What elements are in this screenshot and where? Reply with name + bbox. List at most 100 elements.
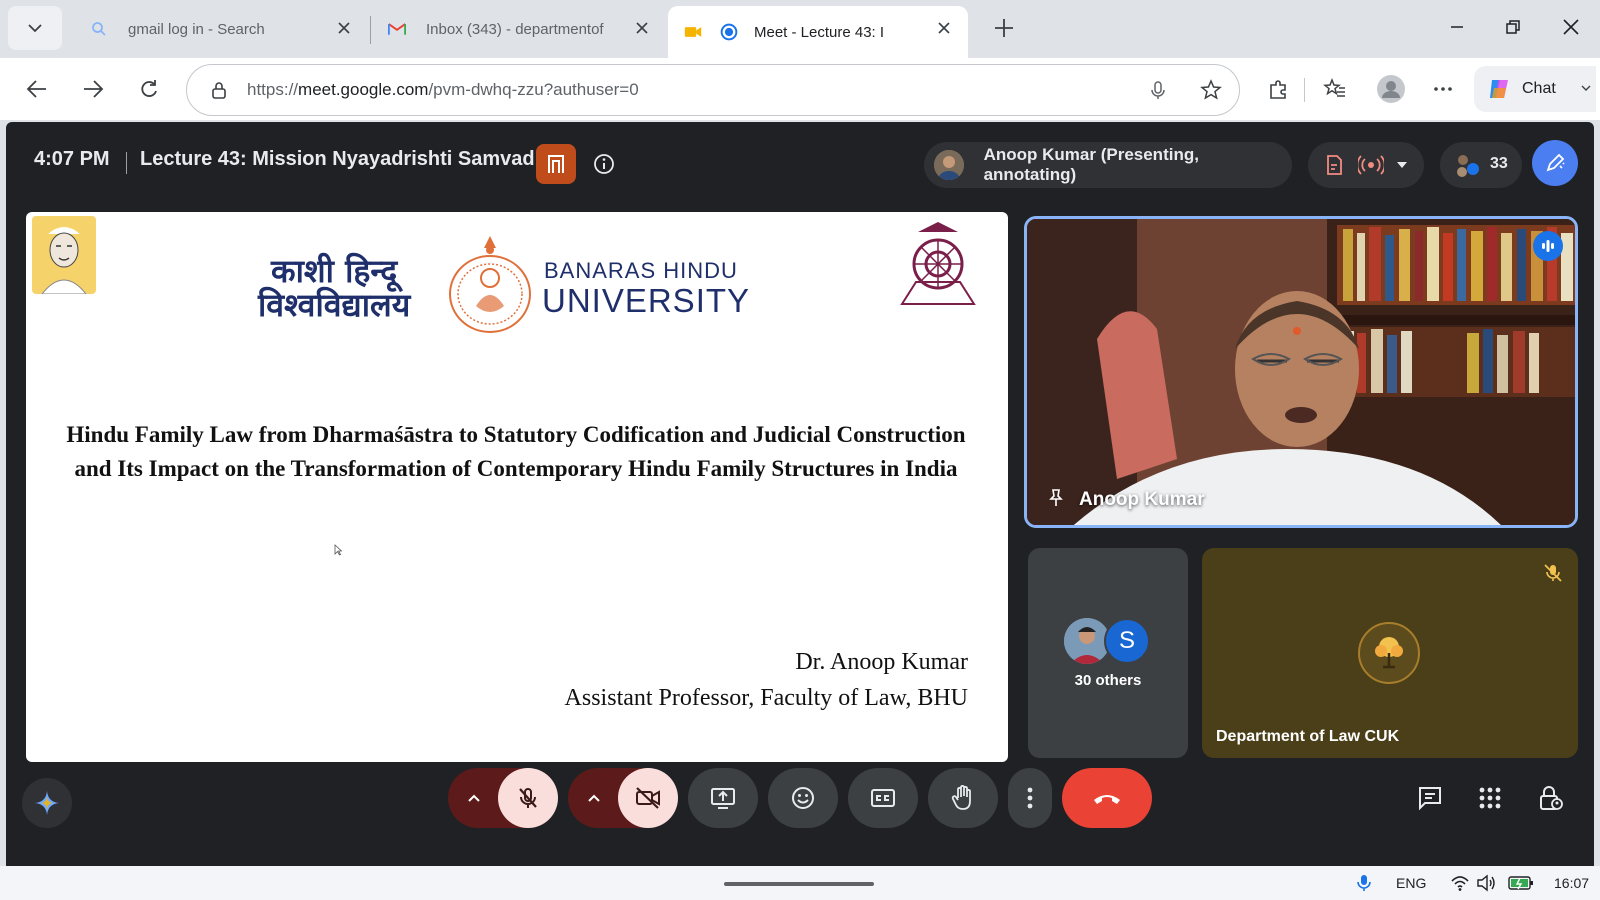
presenter-chip[interactable]: Anoop Kumar (Presenting, annotating): [924, 142, 1292, 188]
meet-icon: [720, 23, 738, 41]
participant-count: 33: [1490, 155, 1508, 172]
more-horizontal-icon: [1434, 87, 1452, 91]
url-text[interactable]: https://meet.google.com/pvm-dwhq-zzu?aut…: [247, 80, 639, 100]
chevron-up-icon: [468, 794, 480, 802]
chat-button[interactable]: [1416, 784, 1444, 812]
star-icon[interactable]: [1199, 78, 1223, 102]
participant-avatar: S: [1104, 618, 1150, 664]
close-icon[interactable]: [334, 18, 354, 38]
chat-icon: [1419, 787, 1441, 811]
tab-search-button[interactable]: [8, 6, 62, 50]
more-vertical-icon: [1027, 787, 1033, 809]
sparkle-icon: [35, 791, 59, 815]
microphone-tray-icon[interactable]: [1354, 874, 1374, 892]
recording-controls[interactable]: [1308, 142, 1424, 188]
chevron-up-icon: [588, 794, 600, 802]
pin-icon[interactable]: [1045, 487, 1067, 509]
reload-button[interactable]: [136, 76, 162, 102]
host-controls-badge[interactable]: [536, 144, 576, 184]
more-options-button[interactable]: [1008, 768, 1052, 828]
people-icon: [1457, 155, 1479, 177]
meeting-title: Lecture 43: Mission Nyayadrishti Samvad: [140, 148, 535, 170]
reactions-button[interactable]: [768, 768, 838, 828]
bhu-english-line1: BANARAS HINDU: [544, 258, 738, 283]
camera-toggle[interactable]: [618, 768, 678, 828]
copilot-chat-button[interactable]: Chat: [1474, 66, 1596, 112]
volume-icon[interactable]: [1476, 874, 1496, 892]
close-icon: [1563, 19, 1579, 35]
pen-icon: [1546, 153, 1565, 172]
new-tab-button[interactable]: [992, 16, 1016, 40]
tree-logo-icon: [1358, 622, 1420, 684]
tab-inbox[interactable]: Inbox (343) - departmentof: [376, 6, 666, 52]
tab-label: Inbox (343) - departmentof: [426, 20, 604, 38]
broadcast-icon: [1358, 155, 1384, 175]
activities-button[interactable]: [1476, 784, 1504, 812]
gemini-button[interactable]: [22, 778, 72, 828]
author-designation: Assistant Professor, Faculty of Law, BHU: [564, 685, 968, 711]
puzzle-icon: [1270, 80, 1286, 99]
back-button[interactable]: [24, 76, 50, 102]
present-screen-button[interactable]: [688, 768, 758, 828]
author-name: Dr. Anoop Kumar: [795, 649, 968, 675]
close-window-button[interactable]: [1560, 16, 1582, 38]
others-tile[interactable]: S 30 others: [1028, 548, 1188, 758]
home-indicator[interactable]: [724, 882, 874, 886]
extensions-button[interactable]: [1266, 76, 1292, 102]
microphone-icon[interactable]: [1147, 79, 1169, 101]
browser-tab-strip: gmail log in - Search Inbox (343) - depa…: [0, 0, 1600, 58]
annotate-button[interactable]: [1532, 140, 1578, 186]
tab-meet[interactable]: Meet - Lecture 43: I: [668, 6, 968, 58]
document-share-icon: [1327, 155, 1342, 175]
microphone-toggle[interactable]: [498, 768, 558, 828]
speaker-video-tile[interactable]: Anoop Kumar: [1024, 216, 1578, 528]
address-bar[interactable]: https://meet.google.com/pvm-dwhq-zzu?aut…: [186, 64, 1240, 116]
meeting-time: 4:07 PM: [34, 148, 110, 170]
captions-button[interactable]: [848, 768, 918, 828]
lock-icon[interactable]: [209, 80, 229, 100]
leave-call-button[interactable]: [1062, 768, 1152, 828]
header-divider: [126, 152, 127, 174]
info-icon: [594, 154, 614, 174]
profile-icon: [1377, 75, 1405, 103]
forward-button[interactable]: [80, 76, 106, 102]
bhu-hindi-name: काशी हिन्दू विश्वविद्यालय: [258, 252, 411, 324]
muted-mic-icon: [1542, 562, 1564, 584]
input-language[interactable]: ENG: [1396, 875, 1426, 891]
close-icon[interactable]: [632, 18, 652, 38]
participants-button[interactable]: 33: [1440, 142, 1522, 188]
bhu-english-line2: UNIVERSITY: [542, 282, 751, 319]
slide-author: Dr. Anoop Kumar Assistant Professor, Fac…: [565, 644, 968, 716]
department-tile[interactable]: Department of Law CUK: [1202, 548, 1578, 758]
phone-hangup-icon: [1094, 795, 1120, 804]
host-controls-button[interactable]: [1536, 784, 1564, 812]
caret-down-icon: [1397, 162, 1407, 168]
lock-person-icon: [1540, 786, 1563, 810]
building-icon: [548, 155, 564, 173]
minimize-button[interactable]: [1446, 16, 1468, 38]
speaker-video-frame: [1027, 219, 1575, 525]
audio-level-icon: [1542, 240, 1554, 252]
chevron-down-icon: [1581, 85, 1591, 91]
battery-icon[interactable]: [1508, 874, 1534, 892]
tab-search[interactable]: gmail log in - Search: [76, 6, 368, 52]
restore-button[interactable]: [1502, 16, 1524, 38]
profile-avatar[interactable]: [1376, 74, 1406, 104]
favorites-button[interactable]: [1322, 76, 1348, 102]
meet-window: 4:07 PM Lecture 43: Mission Nyayadrishti…: [6, 122, 1594, 866]
chevron-down-icon: [28, 24, 42, 33]
restore-icon: [1506, 20, 1520, 34]
speaking-indicator: [1533, 231, 1563, 261]
close-icon[interactable]: [934, 18, 954, 38]
presenter-label: Anoop Kumar (Presenting, annotating): [983, 145, 1199, 184]
more-menu-button[interactable]: [1430, 76, 1456, 102]
browser-toolbar: https://meet.google.com/pvm-dwhq-zzu?aut…: [0, 58, 1600, 120]
meeting-info-button[interactable]: [592, 152, 616, 176]
clock[interactable]: 16:07: [1554, 875, 1589, 891]
slide-title: Hindu Family Law from Dharmaśāstra to St…: [66, 422, 966, 481]
wifi-icon[interactable]: [1450, 874, 1470, 892]
arrow-right-icon: [84, 80, 104, 98]
search-icon: [90, 20, 108, 38]
raise-hand-button[interactable]: [928, 768, 998, 828]
os-taskbar: ENG 16:07: [0, 866, 1600, 900]
